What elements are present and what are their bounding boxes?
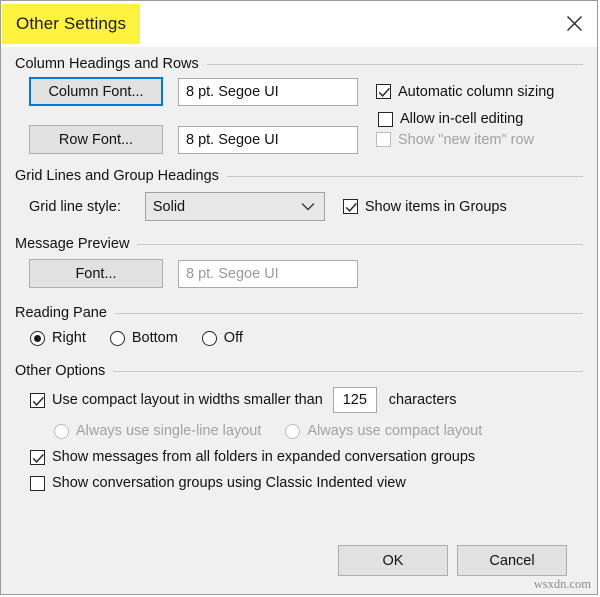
radio-unselected-disabled bbox=[285, 423, 301, 439]
checkbox-box-checked bbox=[342, 199, 358, 214]
compact-layout-label: Use compact layout in widths smaller tha… bbox=[52, 392, 323, 408]
checkbox-box-unchecked bbox=[30, 475, 45, 491]
column-font-row: Column Font... 8 pt. Segoe UI Automatic … bbox=[15, 76, 583, 107]
row-font-button[interactable]: Row Font... bbox=[29, 125, 163, 154]
checkbox-box-unchecked bbox=[378, 111, 393, 127]
automatic-column-sizing-label: Automatic column sizing bbox=[398, 83, 555, 100]
title-highlight: Other Settings bbox=[2, 4, 140, 44]
cancel-button[interactable]: Cancel bbox=[457, 545, 567, 576]
close-icon bbox=[566, 15, 583, 32]
group-label-other-options: Other Options bbox=[15, 363, 106, 379]
other-settings-dialog: Other Settings Column Headings and Rows … bbox=[0, 0, 598, 595]
title-bar: Other Settings bbox=[1, 1, 597, 47]
radio-dot bbox=[34, 334, 41, 342]
radio-unselected-disabled bbox=[54, 423, 69, 439]
radio-unselected bbox=[201, 330, 217, 346]
group-header-message-preview: Message Preview bbox=[15, 236, 583, 252]
checkbox-box-checked bbox=[30, 449, 45, 465]
group-rule bbox=[113, 370, 583, 372]
grid-line-style-value: Solid bbox=[152, 198, 186, 215]
show-items-in-groups-checkbox[interactable]: Show items in Groups bbox=[342, 198, 507, 215]
reading-pane-options-row: Right Bottom Off bbox=[15, 330, 583, 346]
dialog-footer: OK Cancel wsxdn.com bbox=[1, 542, 597, 594]
message-preview-font-row: Font... 8 pt. Segoe UI bbox=[15, 259, 583, 288]
compact-layout-row: Use compact layout in widths smaller tha… bbox=[15, 387, 583, 413]
allow-in-cell-editing-label: Allow in-cell editing bbox=[400, 111, 524, 127]
close-button[interactable] bbox=[551, 1, 597, 45]
always-single-line-label: Always use single-line layout bbox=[76, 423, 262, 439]
radio-unselected bbox=[109, 330, 125, 346]
grid-line-style-label: Grid line style: bbox=[29, 198, 121, 215]
classic-indented-view-row: Show conversation groups using Classic I… bbox=[15, 475, 583, 491]
show-new-item-row-checkbox: Show "new item" row bbox=[376, 132, 534, 148]
row-font-row: Row Font... 8 pt. Segoe UI Show "new ite… bbox=[15, 125, 583, 154]
chevron-down-icon bbox=[301, 199, 315, 215]
checkbox-box-checked bbox=[30, 392, 45, 408]
grid-line-style-select[interactable]: Solid bbox=[144, 192, 325, 221]
always-compact-option: Always use compact layout bbox=[285, 423, 482, 439]
group-header-column-headings: Column Headings and Rows bbox=[15, 56, 583, 72]
compact-layout-checkbox[interactable]: Use compact layout in widths smaller tha… bbox=[30, 392, 323, 408]
compact-width-input[interactable]: 125 bbox=[332, 387, 377, 413]
radio-selected bbox=[30, 330, 45, 346]
reading-pane-option-off[interactable]: Off bbox=[201, 330, 243, 346]
classic-indented-view-label: Show conversation groups using Classic I… bbox=[52, 475, 406, 491]
layout-sub-options-row: Always use single-line layout Always use… bbox=[15, 423, 583, 439]
show-messages-all-folders-row: Show messages from all folders in expand… bbox=[15, 449, 583, 465]
reading-pane-off-label: Off bbox=[223, 330, 243, 346]
watermark: wsxdn.com bbox=[533, 577, 591, 591]
reading-pane-bottom-label: Bottom bbox=[131, 330, 178, 346]
group-rule bbox=[206, 63, 583, 65]
reading-pane-option-right[interactable]: Right bbox=[30, 330, 86, 346]
checkbox-box-checked bbox=[376, 84, 391, 99]
grid-line-style-row: Grid line style: Solid Show items in Gro… bbox=[15, 192, 583, 221]
allow-in-cell-editing-checkbox[interactable]: Allow in-cell editing bbox=[378, 111, 523, 127]
always-compact-label: Always use compact layout bbox=[307, 423, 483, 439]
group-header-reading-pane: Reading Pane bbox=[15, 305, 583, 321]
show-messages-all-folders-label: Show messages from all folders in expand… bbox=[52, 449, 476, 465]
automatic-column-sizing-checkbox[interactable]: Automatic column sizing bbox=[376, 84, 554, 100]
classic-indented-view-checkbox[interactable]: Show conversation groups using Classic I… bbox=[30, 475, 406, 491]
message-preview-font-button[interactable]: Font... bbox=[29, 259, 163, 288]
row-font-value[interactable]: 8 pt. Segoe UI bbox=[178, 125, 358, 154]
checkbox-box-disabled bbox=[376, 132, 391, 147]
dialog-body: Column Headings and Rows Column Font... … bbox=[1, 47, 597, 594]
column-font-button[interactable]: Column Font... bbox=[28, 76, 164, 107]
group-rule bbox=[114, 312, 583, 314]
show-items-in-groups-label: Show items in Groups bbox=[364, 198, 507, 215]
column-font-value[interactable]: 8 pt. Segoe UI bbox=[178, 77, 358, 106]
always-single-line-option: Always use single-line layout bbox=[54, 423, 261, 439]
reading-pane-option-bottom[interactable]: Bottom bbox=[109, 330, 178, 346]
show-new-item-row-label: Show "new item" row bbox=[398, 131, 535, 148]
show-messages-all-folders-checkbox[interactable]: Show messages from all folders in expand… bbox=[30, 449, 475, 465]
characters-label: characters bbox=[388, 392, 457, 408]
ok-button[interactable]: OK bbox=[338, 545, 448, 576]
group-rule bbox=[226, 175, 583, 177]
page-title: Other Settings bbox=[16, 14, 127, 33]
group-label-message-preview: Message Preview bbox=[15, 236, 130, 252]
group-header-other-options: Other Options bbox=[15, 363, 583, 379]
reading-pane-right-label: Right bbox=[52, 330, 86, 346]
message-preview-font-value: 8 pt. Segoe UI bbox=[178, 259, 358, 288]
group-label-column-headings: Column Headings and Rows bbox=[15, 56, 199, 72]
group-label-reading-pane: Reading Pane bbox=[15, 305, 107, 321]
group-label-grid-lines: Grid Lines and Group Headings bbox=[15, 168, 219, 184]
group-rule bbox=[137, 243, 583, 245]
group-header-grid-lines: Grid Lines and Group Headings bbox=[15, 168, 583, 184]
